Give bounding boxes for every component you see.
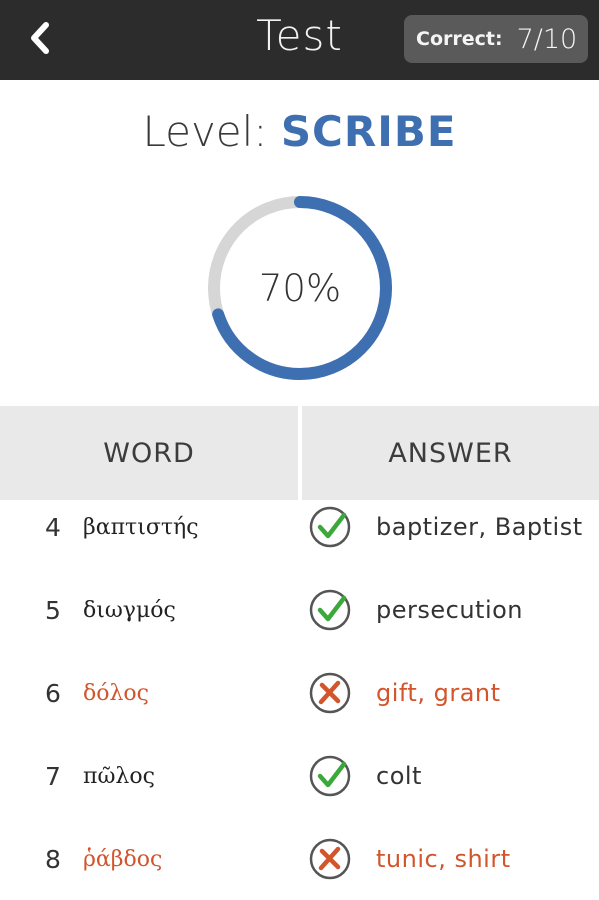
table-row: 6 δόλος gift, grant <box>0 652 599 734</box>
row-word: πῶλος <box>83 763 155 789</box>
row-answer: tunic, shirt <box>376 845 511 873</box>
check-icon <box>309 589 351 631</box>
row-number: 5 <box>45 595 61 625</box>
table-row: 8 ῥάβδος tunic, shirt <box>0 818 599 900</box>
row-answer: persecution <box>376 596 524 624</box>
level-value: SCRIBE <box>280 107 457 156</box>
cross-icon <box>309 838 351 880</box>
score-badge: Correct: 7/10 <box>404 15 588 63</box>
table-row: 4 βαπτιστής baptizer, Baptist <box>0 486 599 568</box>
level-heading: Level: SCRIBE <box>0 104 599 160</box>
row-number: 6 <box>45 678 61 708</box>
row-answer: baptizer, Baptist <box>376 513 583 541</box>
score-label: Correct: <box>416 28 503 50</box>
row-answer: gift, grant <box>376 679 501 707</box>
row-word: διωγμός <box>83 597 176 623</box>
row-number: 4 <box>45 512 61 542</box>
table-row: 5 διωγμός persecution <box>0 569 599 651</box>
check-icon <box>309 755 351 797</box>
level-label: Level: <box>142 107 268 156</box>
cross-icon <box>309 672 351 714</box>
row-word: δόλος <box>83 680 149 706</box>
row-word: βαπτιστής <box>83 514 199 540</box>
row-number: 8 <box>45 844 61 874</box>
score-value: 7/10 <box>516 23 578 55</box>
row-number: 7 <box>45 761 61 791</box>
row-word: ῥάβδος <box>83 846 163 872</box>
top-bar: Test Correct: 7/10 <box>0 0 599 80</box>
progress-percent: 70% <box>258 266 342 310</box>
row-answer: colt <box>376 762 422 790</box>
table-row: 7 πῶλος colt <box>0 735 599 817</box>
check-icon <box>309 506 351 548</box>
